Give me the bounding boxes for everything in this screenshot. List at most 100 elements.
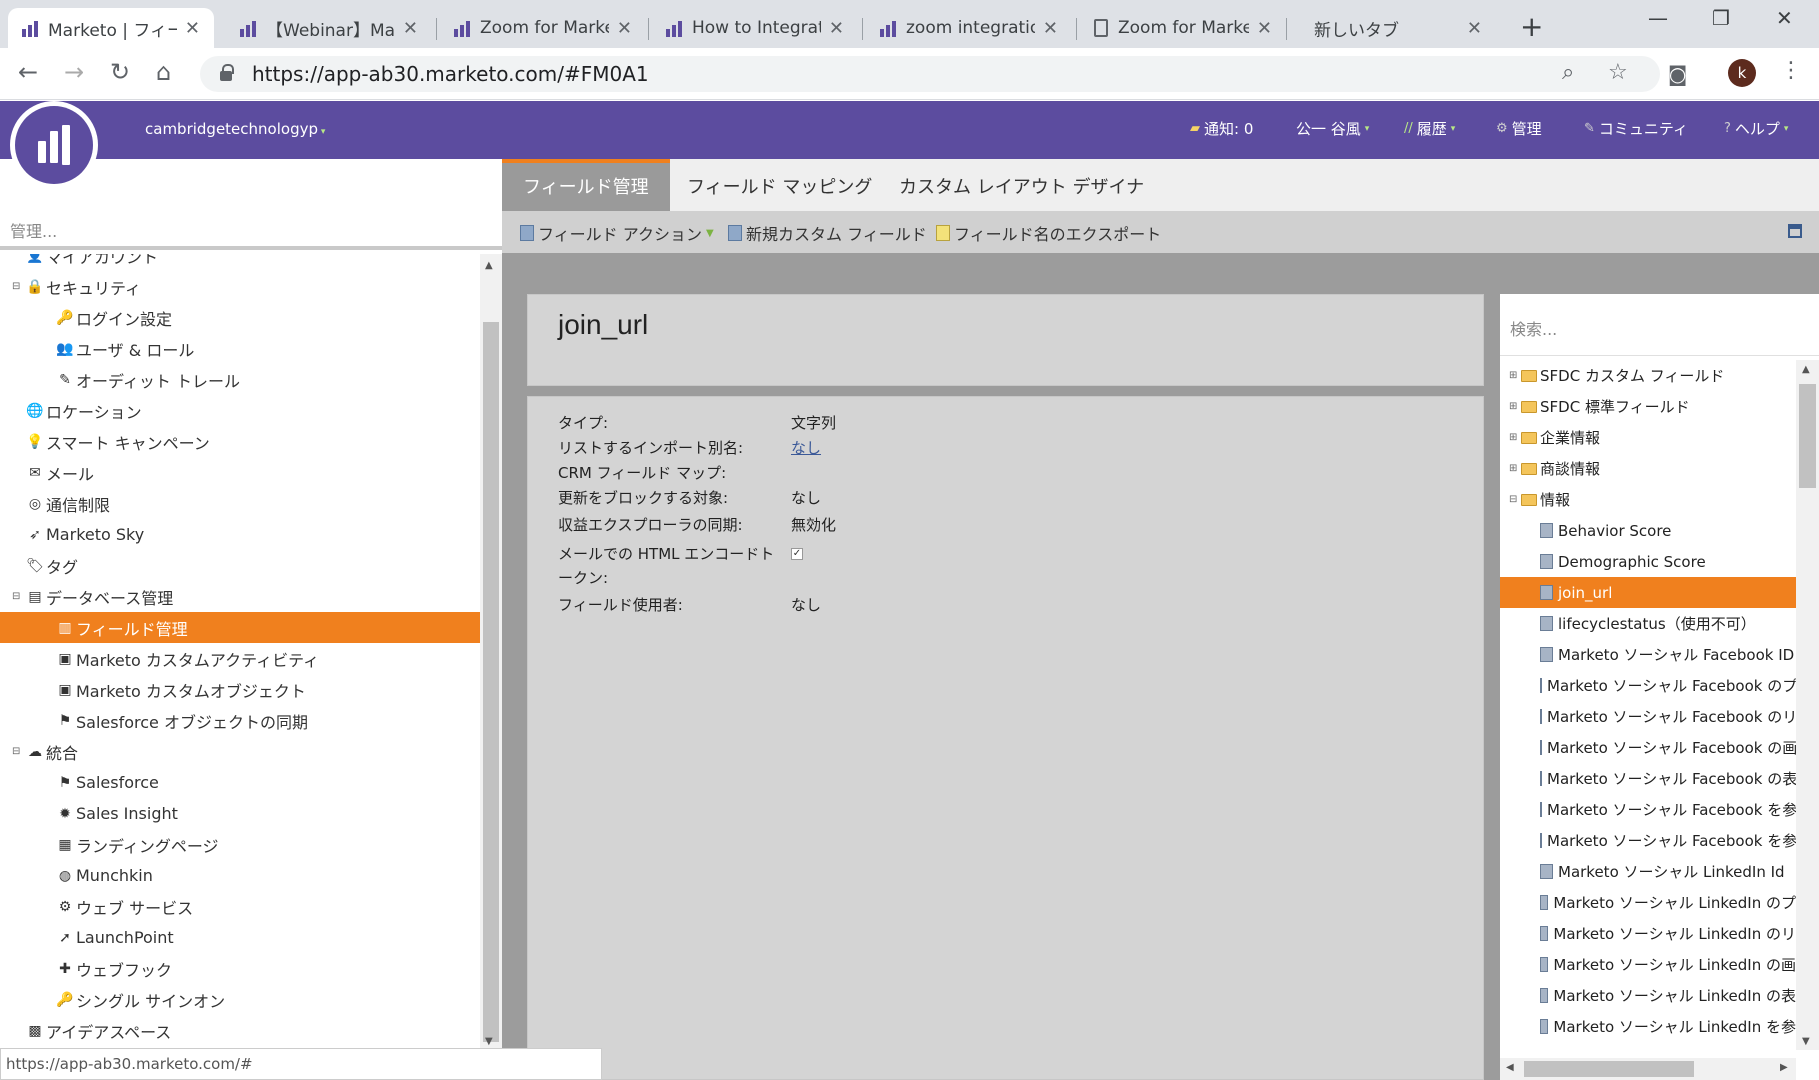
maximize-icon[interactable] [1788,224,1802,238]
close-tab-icon[interactable]: ✕ [829,18,844,39]
collapse-icon[interactable]: ⊟ [12,281,22,292]
tree-item[interactable]: ▣ Marketo カスタムオブジェクト [0,674,480,705]
field-tree-horizontal-scrollbar[interactable]: ◀ ▶ [1500,1058,1796,1080]
expand-icon[interactable]: ⊞ [1509,432,1521,443]
field-item[interactable]: Marketo ソーシャル LinkedIn Id [1500,856,1796,887]
field-item[interactable]: Marketo ソーシャル LinkedIn のリ [1500,918,1796,949]
collapse-icon[interactable]: ⊟ [12,746,22,757]
field-folder[interactable]: ⊞ 商談情報 [1500,453,1796,484]
close-tab-icon[interactable]: ✕ [1043,18,1058,39]
expand-icon[interactable]: ⊞ [1509,401,1521,412]
tab-custom-layout-designer[interactable]: カスタム レイアウト デザイナ [878,159,1165,211]
field-item[interactable]: Marketo ソーシャル Facebook のプ [1500,670,1796,701]
tree-item[interactable]: 🔑 シングル サインオン [0,984,480,1015]
tree-item[interactable]: 🌐 ロケーション [0,395,480,426]
field-item[interactable]: join_url [1500,577,1796,608]
scrollbar-thumb[interactable] [1524,1061,1694,1077]
close-tab-icon[interactable]: ✕ [1257,18,1272,39]
field-item[interactable]: Marketo ソーシャル LinkedIn の画 [1500,949,1796,980]
reload-icon[interactable]: ↻ [110,58,130,86]
browser-tab[interactable]: Zoom for Marke ✕ [440,8,646,48]
admin-search-input[interactable]: 管理... [0,210,502,250]
tree-item[interactable]: ▣ Marketo カスタムアクティビティ [0,643,480,674]
tree-item[interactable]: ▦ ランディングページ [0,829,480,860]
field-item[interactable]: lifecyclestatus（使用不可） [1500,608,1796,639]
browser-tab[interactable]: 新しいタブ ✕ [1290,8,1496,48]
tree-item[interactable]: ⚑ Salesforce オブジェクトの同期 [0,705,480,736]
field-item[interactable]: Marketo ソーシャル Facebook を参 [1500,794,1796,825]
new-tab-button[interactable]: + [1520,10,1543,43]
html-encode-checkbox[interactable]: ✓ [791,548,803,560]
tree-item[interactable]: 💡 スマート キャンペーン [0,426,480,457]
scrollbar-thumb[interactable] [483,322,499,1042]
user-menu[interactable]: 公一 谷風 ▾ [1296,118,1369,139]
admin-link[interactable]: ⚙ 管理 [1496,118,1542,139]
collapse-icon[interactable]: ⊟ [1509,494,1521,505]
url-text[interactable]: https://app-ab30.marketo.com/#FM0A1 [252,62,649,86]
import-alias-link[interactable]: なし [791,436,821,460]
expand-icon[interactable]: ⊞ [1509,370,1521,381]
tree-item[interactable]: ➶ Marketo Sky [0,519,480,550]
scroll-up-icon[interactable]: ▲ [1802,364,1810,375]
browser-tab[interactable]: How to Integrat ✕ [652,8,858,48]
field-tree-scrollbar[interactable]: ▲ ▼ [1796,360,1819,1050]
tree-item[interactable]: ⊟ 🔒 セキュリティ [0,271,480,302]
tree-item[interactable]: ⚙ ウェブ サービス [0,891,480,922]
browser-tab[interactable]: Zoom for Marke ✕ [1080,8,1286,48]
field-folder[interactable]: ⊟ 情報 [1500,484,1796,515]
scroll-down-icon[interactable]: ▼ [1802,1036,1810,1047]
back-icon[interactable]: ← [18,58,38,86]
scrollbar-thumb[interactable] [1799,384,1816,488]
browser-tab[interactable]: Marketo | フィール ✕ [8,8,214,48]
zoom-icon[interactable]: ⌕ [1562,60,1574,85]
restore-icon[interactable]: ❐ [1712,6,1730,30]
address-bar[interactable]: https://app-ab30.marketo.com/#FM0A1 ⌕ ☆ [200,56,1660,92]
tree-item[interactable]: ▥ フィールド管理 [0,612,480,643]
collapse-icon[interactable]: ⊟ [12,591,22,602]
scroll-up-icon[interactable]: ▲ [485,260,493,271]
close-tab-icon[interactable]: ✕ [1467,18,1482,39]
field-item[interactable]: Demographic Score [1500,546,1796,577]
tab-field-mapping[interactable]: フィールド マッピング [666,159,893,211]
scroll-down-icon[interactable]: ▼ [485,1036,493,1047]
field-folder[interactable]: ⊞ SFDC カスタム フィールド [1500,360,1796,391]
tree-item[interactable]: ✹ Sales Insight [0,798,480,829]
field-item[interactable]: Marketo ソーシャル Facebook を参 [1500,825,1796,856]
bookmark-star-icon[interactable]: ☆ [1608,60,1628,85]
tab-field-management[interactable]: フィールド管理 [502,159,670,211]
community-link[interactable]: ✎ コミュニティ [1584,118,1688,139]
admin-tree-scrollbar[interactable]: ▲ ▼ [480,254,502,1050]
field-search-input[interactable]: 検索... [1500,294,1819,356]
field-item[interactable]: Marketo ソーシャル Facebook ID [1500,639,1796,670]
close-tab-icon[interactable]: ✕ [617,18,632,39]
scroll-left-icon[interactable]: ◀ [1506,1062,1514,1073]
close-window-icon[interactable]: ✕ [1776,6,1793,30]
history-menu[interactable]: //履歴 ▾ [1404,118,1455,139]
tree-item[interactable]: ✚ ウェブフック [0,953,480,984]
tree-item[interactable]: ▩ アイデアスペース [0,1015,480,1046]
tree-item[interactable]: 🏷 タグ [0,550,480,581]
browser-menu-icon[interactable]: ⋮ [1780,58,1802,83]
tree-item[interactable]: ✎ オーディット トレール [0,364,480,395]
field-item[interactable]: Marketo ソーシャル LinkedIn の表 [1500,980,1796,1011]
forward-icon[interactable]: → [64,58,84,86]
notifications-button[interactable]: ▰ 通知: 0 [1190,118,1253,139]
close-tab-icon[interactable]: ✕ [185,18,200,39]
tree-item[interactable]: 🔑 ログイン設定 [0,302,480,333]
browser-tab[interactable]: 【Webinar】Marke ✕ [226,8,432,48]
tree-item[interactable]: ◍ Munchkin [0,860,480,891]
camera-icon[interactable]: ◙ [1668,62,1687,86]
minimize-icon[interactable]: — [1648,6,1668,30]
marketo-logo[interactable] [10,101,98,189]
field-folder[interactable]: ⊞ 企業情報 [1500,422,1796,453]
field-actions-button[interactable]: フィールド アクション ▼ [520,221,714,245]
export-field-names-button[interactable]: フィールド名のエクスポート [936,221,1161,245]
home-icon[interactable]: ⌂ [156,58,171,86]
browser-tab[interactable]: zoom integratio ✕ [866,8,1072,48]
close-tab-icon[interactable]: ✕ [403,18,418,39]
lock-icon[interactable] [220,64,234,81]
field-item[interactable]: Marketo ソーシャル Facebook の画 [1500,732,1796,763]
field-item[interactable]: Marketo ソーシャル LinkedIn のプ [1500,887,1796,918]
field-item[interactable]: Marketo ソーシャル Facebook の表 [1500,763,1796,794]
tree-item[interactable]: ✉ メール [0,457,480,488]
